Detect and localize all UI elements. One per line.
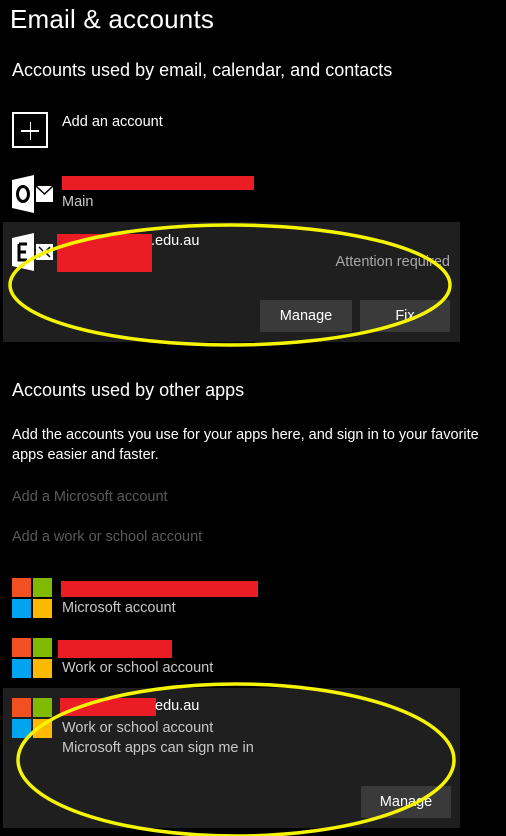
microsoft-logo-icon (12, 638, 52, 678)
account-subtitle: Microsoft account (62, 600, 176, 616)
redacted-account-name (62, 176, 254, 190)
redacted-account-name (57, 234, 152, 272)
account-subtitle: Main (62, 194, 94, 210)
add-microsoft-account-link[interactable]: Add a Microsoft account (12, 489, 168, 505)
page-title: Email & accounts (10, 4, 215, 34)
microsoft-logo-icon (12, 698, 52, 738)
other-apps-description: Add the accounts you use for your apps h… (12, 427, 479, 463)
account-status: Attention required (335, 254, 450, 270)
manage-button[interactable]: Manage (361, 786, 451, 818)
add-account-label: Add an account (62, 114, 163, 130)
plus-icon (12, 112, 48, 148)
account-subtitle: Work or school account (62, 720, 214, 736)
add-account-button[interactable]: Add an account (12, 112, 312, 152)
work-account-item[interactable]: Work or school account (0, 636, 506, 682)
outlook-account-item[interactable]: Main (0, 170, 506, 218)
account-sign-in-note: Microsoft apps can sign me in (62, 740, 254, 756)
redacted-account-name (60, 698, 156, 716)
exchange-account-item[interactable]: .edu.au Attention required Manage Fix (3, 222, 460, 342)
microsoft-account-item[interactable]: Microsoft account (0, 576, 506, 622)
outlook-icon (12, 175, 54, 213)
settings-page: Email & accounts Accounts used by email,… (0, 0, 506, 836)
account-email-domain: .edu.au (151, 233, 200, 249)
add-work-account-link[interactable]: Add a work or school account (12, 529, 202, 545)
fix-button[interactable]: Fix (360, 300, 450, 332)
redacted-account-name (61, 581, 258, 597)
manage-button[interactable]: Manage (260, 300, 352, 332)
redacted-account-name (58, 640, 172, 658)
work-account-selected-item[interactable]: edu.au Work or school account Microsoft … (3, 688, 460, 828)
other-apps-section-title: Accounts used by other apps (12, 380, 245, 400)
account-subtitle: Work or school account (62, 660, 214, 676)
microsoft-logo-icon (12, 578, 52, 618)
exchange-icon (12, 233, 53, 271)
account-email-domain: edu.au (155, 698, 200, 714)
email-section-title: Accounts used by email, calendar, and co… (12, 60, 393, 80)
